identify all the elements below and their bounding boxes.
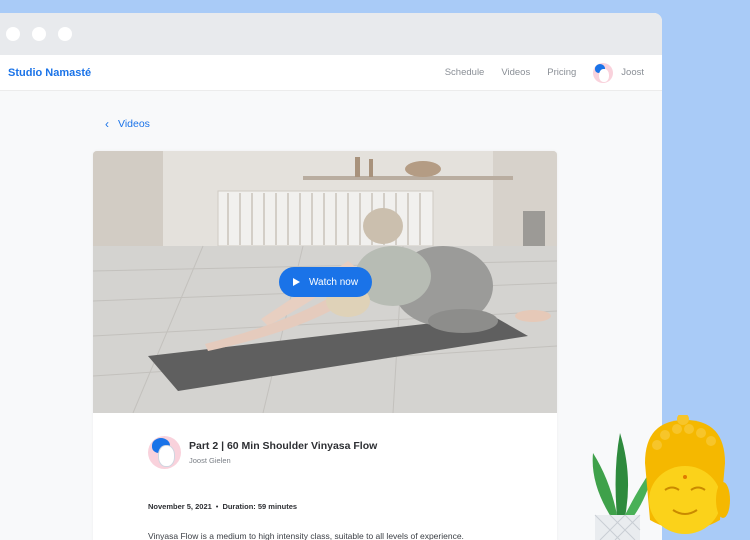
teacher-name: Joost Gielen (189, 456, 231, 465)
window-titlebar (0, 13, 662, 55)
chevron-left-icon: ‹ (105, 117, 109, 131)
avatar (593, 62, 614, 83)
teacher-avatar (148, 436, 181, 469)
user-menu[interactable]: Joost (593, 62, 644, 83)
nav-link-videos[interactable]: Videos (501, 67, 530, 78)
play-icon (292, 278, 300, 286)
back-link-label: Videos (118, 118, 150, 130)
nav-links: Schedule Videos Pricing Joost (445, 62, 644, 83)
nav-link-schedule[interactable]: Schedule (445, 67, 485, 78)
top-navbar: Studio Namasté Schedule Videos Pricing J… (0, 55, 662, 91)
video-player[interactable]: Watch now (93, 151, 557, 413)
browser-window: Studio Namasté Schedule Videos Pricing J… (0, 13, 662, 540)
back-to-videos-link[interactable]: ‹ Videos (105, 117, 150, 131)
watch-now-label: Watch now (308, 276, 359, 288)
window-minimize-dot[interactable] (32, 27, 46, 41)
watch-now-button[interactable]: Watch now (279, 267, 372, 297)
video-card: Watch now Part 2 | 60 Min Shoulder Vinya… (93, 151, 557, 540)
window-close-dot[interactable] (6, 27, 20, 41)
class-date: November 5, 2021 (148, 502, 212, 511)
class-meta: November 5, 2021 • Duration: 59 minutes (148, 502, 297, 511)
class-title: Part 2 | 60 Min Shoulder Vinyasa Flow (189, 440, 378, 452)
meta-separator: • (215, 502, 219, 511)
brand-logo[interactable]: Studio Namasté (8, 67, 91, 79)
class-description: Vinyasa Flow is a medium to high intensi… (148, 531, 464, 540)
nav-link-pricing[interactable]: Pricing (547, 67, 576, 78)
class-header: Part 2 | 60 Min Shoulder Vinyasa Flow Jo… (148, 436, 377, 469)
buddha-plant-illustration (592, 415, 730, 540)
window-maximize-dot[interactable] (58, 27, 72, 41)
class-duration: Duration: 59 minutes (222, 502, 298, 511)
user-name: Joost (621, 67, 644, 78)
